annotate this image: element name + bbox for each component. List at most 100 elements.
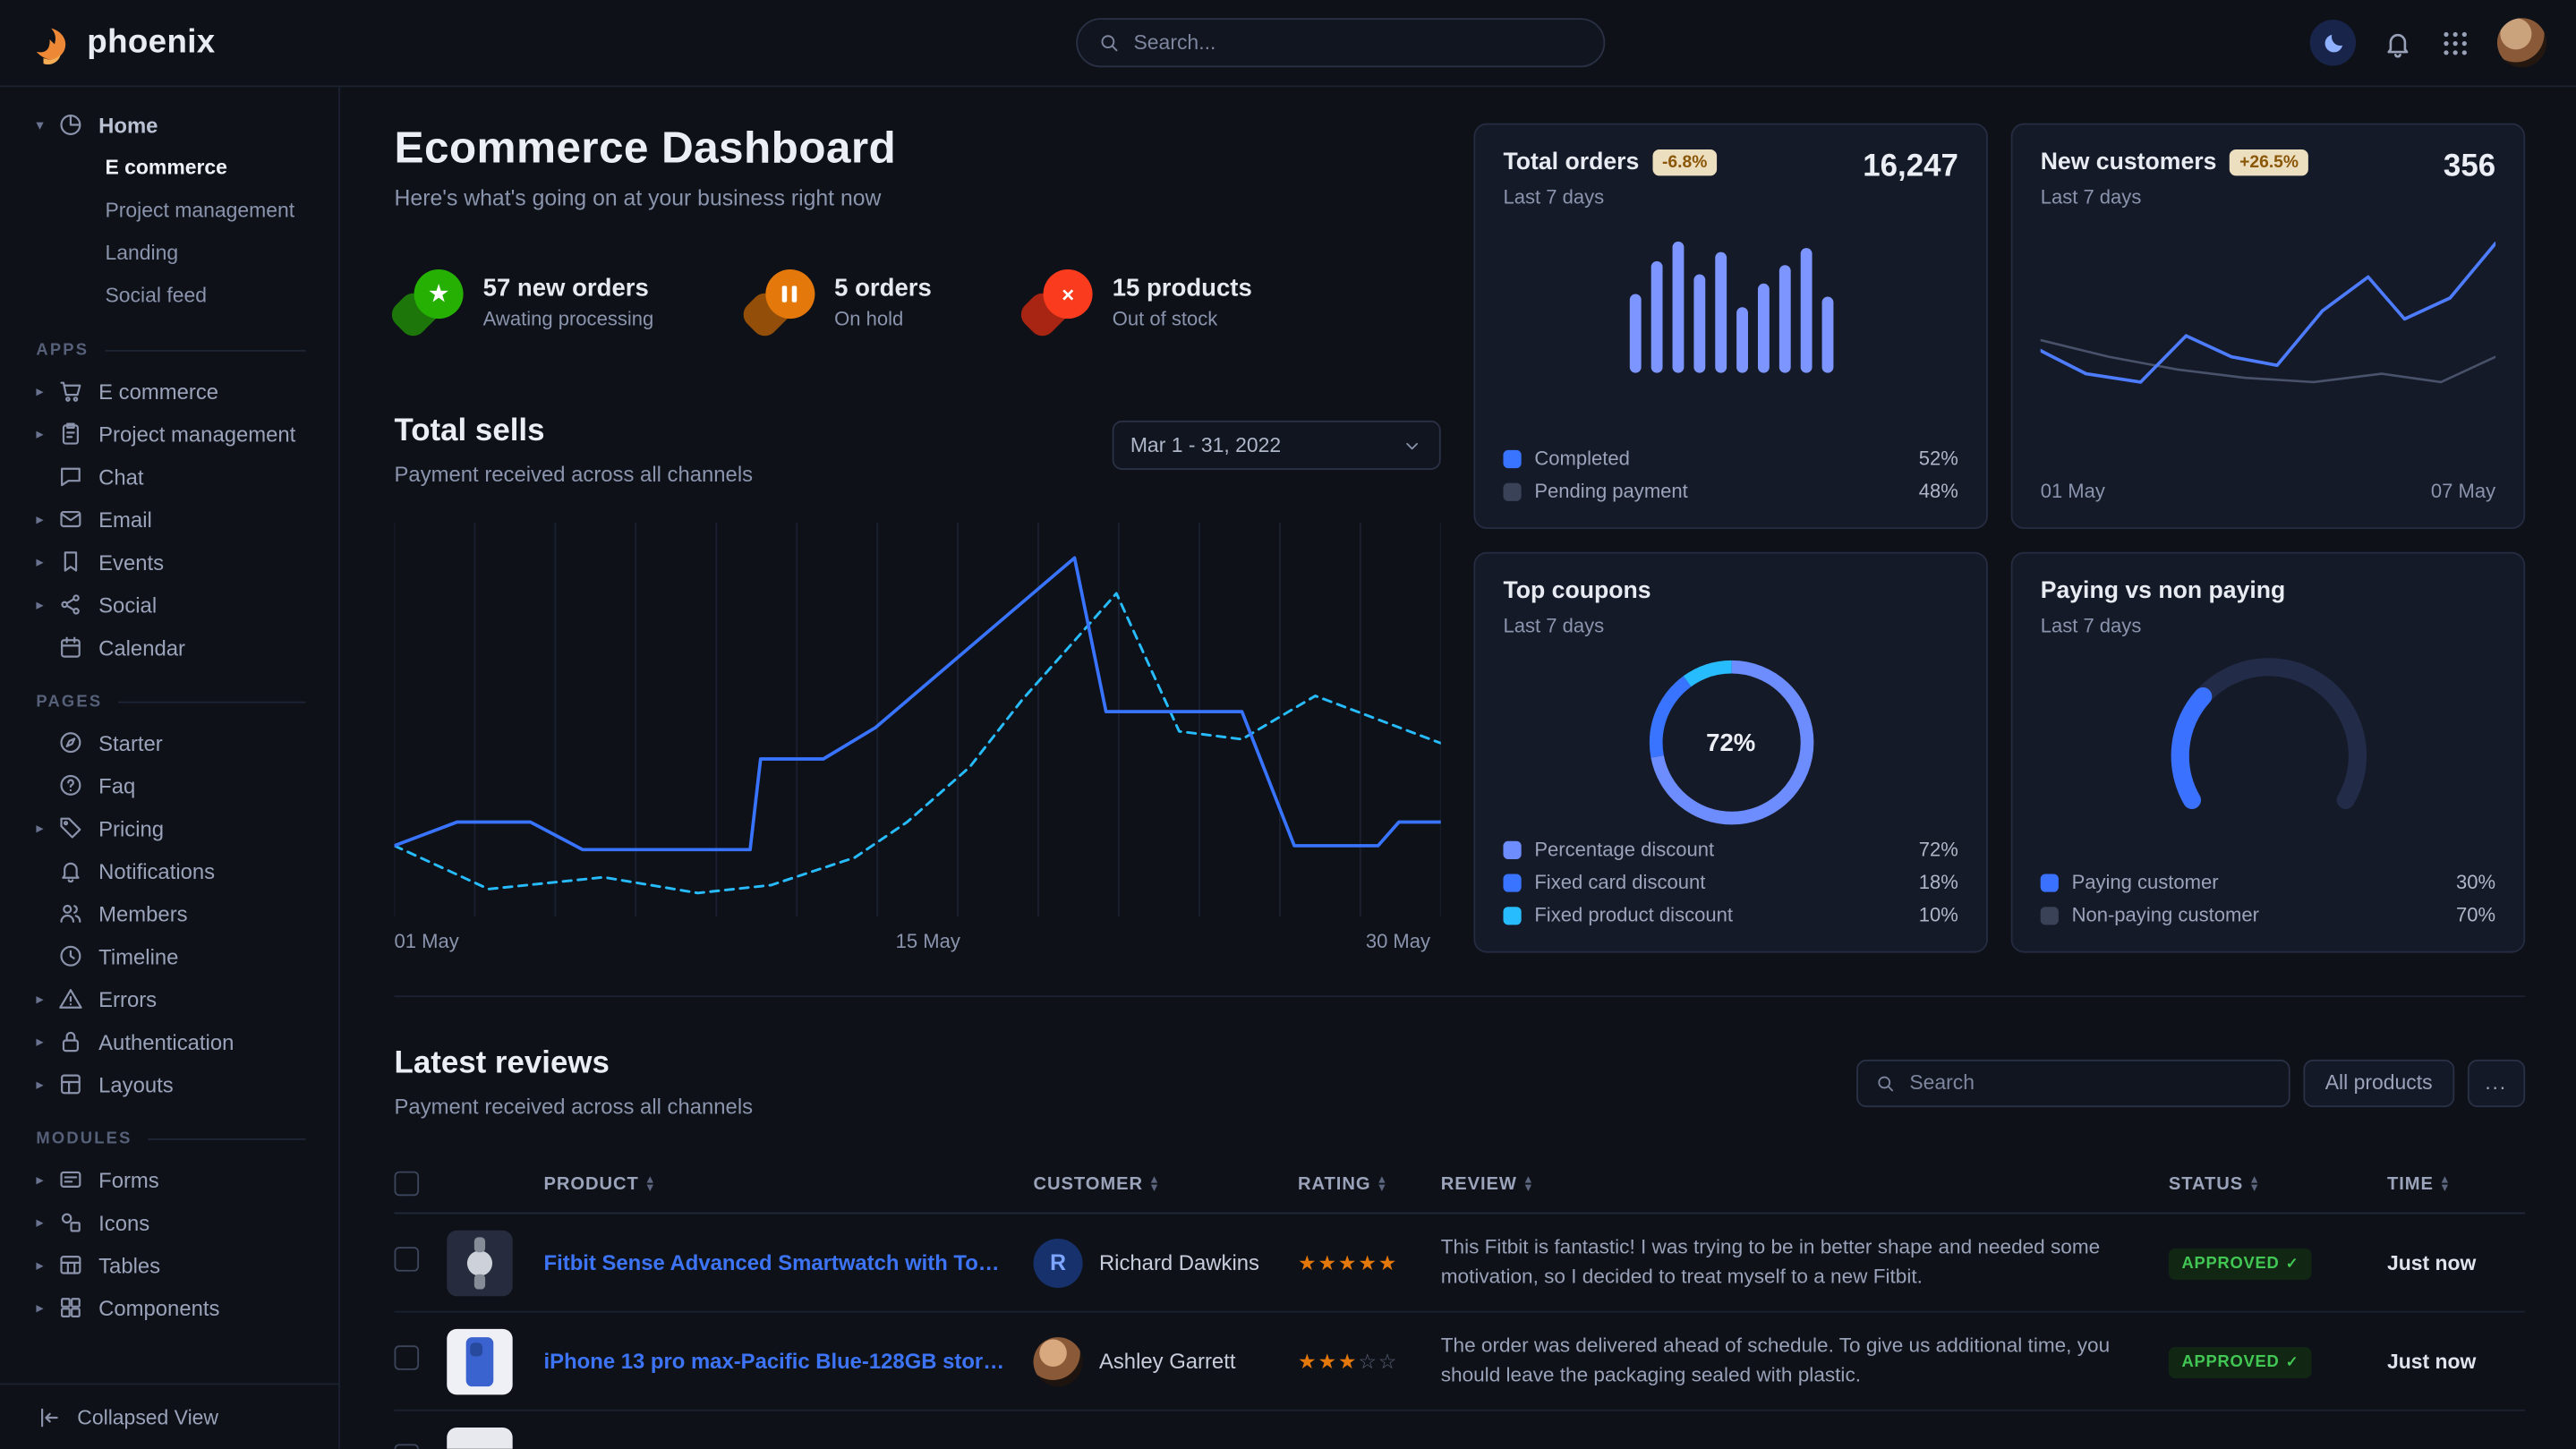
x-tick: 07 May bbox=[2431, 480, 2495, 503]
sort-icon[interactable]: ▴▾ bbox=[2442, 1175, 2448, 1191]
sidebar-item-timeline[interactable]: Timeline bbox=[0, 934, 338, 977]
review-text: This Fitbit is fantastic! I was trying t… bbox=[1441, 1233, 2169, 1291]
table-row[interactable]: Fitbit Sense Advanced Smartwatch with To… bbox=[395, 1214, 2526, 1312]
sort-icon[interactable]: ▴▾ bbox=[2251, 1175, 2257, 1191]
legend-item-paying-customer: Paying customer 30% bbox=[2041, 871, 2495, 894]
legend-item-fixed-product-discount: Fixed product discount 10% bbox=[1503, 904, 1958, 927]
notifications-button[interactable] bbox=[2382, 27, 2413, 58]
chat-icon bbox=[57, 464, 83, 490]
stat-value: 5 orders bbox=[834, 275, 932, 303]
product-link[interactable]: iPhone 13 pro max-Pacific Blue-128GB sto… bbox=[544, 1349, 1034, 1374]
collapse-icon bbox=[36, 1403, 62, 1429]
global-search[interactable] bbox=[1076, 18, 1605, 67]
sidebar-item-authentication[interactable]: ▸ Authentication bbox=[0, 1020, 338, 1063]
pie-icon bbox=[57, 112, 83, 138]
mail-icon bbox=[57, 506, 83, 532]
reviews-controls: All products ... bbox=[1857, 1059, 2526, 1106]
sidebar-item-faq[interactable]: Faq bbox=[0, 764, 338, 807]
total-orders-card: Total orders -6.8% Last 7 days 16,247 Co… bbox=[1473, 124, 1988, 529]
product-link[interactable]: Fitbit Sense Advanced Smartwatch with To… bbox=[544, 1250, 1034, 1275]
sidebar-item-e-commerce[interactable]: E commerce bbox=[0, 146, 338, 189]
check-icon: ✓ bbox=[2286, 1254, 2299, 1272]
sort-icon[interactable]: ▴▾ bbox=[647, 1175, 653, 1191]
customer-avatar[interactable] bbox=[1034, 1336, 1083, 1385]
stat-value: 15 products bbox=[1113, 275, 1252, 303]
legend-label: Non-paying customer bbox=[2072, 904, 2259, 927]
legend-value: 10% bbox=[1919, 904, 1958, 927]
main-content: Ecommerce Dashboard Here's what's going … bbox=[340, 87, 2576, 1449]
sidebar-item-errors[interactable]: ▸ Errors bbox=[0, 977, 338, 1020]
clipboard-icon bbox=[57, 421, 83, 447]
global-search-input[interactable] bbox=[1133, 31, 1583, 55]
customer-avatar[interactable]: R bbox=[1034, 1238, 1083, 1287]
app-window: phoenix ▾ HomeE commerceProject manageme… bbox=[0, 0, 2576, 1449]
legend-label: Fixed card discount bbox=[1534, 871, 1705, 894]
product-image[interactable] bbox=[447, 1328, 512, 1394]
status-badge: APPROVED ✓ bbox=[2169, 1248, 2312, 1279]
theme-toggle-button[interactable] bbox=[2310, 20, 2356, 65]
column-header-review[interactable]: REVIEW ▴▾ bbox=[1441, 1173, 2169, 1193]
sidebar-item-home[interactable]: ▾ Home bbox=[0, 104, 338, 147]
star-icon: ★ bbox=[1338, 1251, 1358, 1274]
rating-stars: ★★★★★ bbox=[1298, 1248, 1441, 1277]
user-avatar[interactable] bbox=[2497, 18, 2546, 67]
total-sells-title: Total sells bbox=[395, 414, 754, 450]
sidebar-item-icons[interactable]: ▸ Icons bbox=[0, 1201, 338, 1244]
column-header-rating[interactable]: RATING ▴▾ bbox=[1298, 1173, 1441, 1193]
stat-value: 57 new orders bbox=[483, 275, 654, 303]
sidebar-item-chat[interactable]: Chat bbox=[0, 455, 338, 498]
all-products-button[interactable]: All products bbox=[2304, 1059, 2454, 1106]
row-checkbox[interactable] bbox=[395, 1246, 420, 1271]
sidebar-item-starter[interactable]: Starter bbox=[0, 721, 338, 764]
sidebar-item-landing[interactable]: Landing bbox=[0, 232, 338, 275]
product-image[interactable] bbox=[447, 1427, 512, 1449]
sidebar-item-forms[interactable]: ▸ Forms bbox=[0, 1158, 338, 1201]
star-icon: ★ bbox=[1378, 1251, 1398, 1274]
sidebar-item-social[interactable]: ▸ Social bbox=[0, 584, 338, 626]
sort-icon[interactable]: ▴▾ bbox=[1151, 1175, 1157, 1191]
sidebar-item-components[interactable]: ▸ Components bbox=[0, 1286, 338, 1329]
row-checkbox[interactable] bbox=[395, 1443, 420, 1448]
brand[interactable]: phoenix bbox=[30, 21, 216, 65]
sort-icon[interactable]: ▴▾ bbox=[1379, 1175, 1386, 1191]
more-options-button[interactable]: ... bbox=[2467, 1059, 2525, 1106]
date-range-select[interactable]: Mar 1 - 31, 2022 bbox=[1113, 421, 1441, 470]
x-tick: 01 May bbox=[395, 930, 459, 953]
change-badge: +26.5% bbox=[2230, 149, 2308, 175]
sidebar-item-social-feed[interactable]: Social feed bbox=[0, 275, 338, 318]
sidebar-item-members[interactable]: Members bbox=[0, 892, 338, 935]
reviews-search-input[interactable] bbox=[1909, 1071, 2273, 1095]
puzzle-icon bbox=[57, 1294, 83, 1320]
x-tick: 15 May bbox=[896, 930, 960, 953]
sidebar-item-tables[interactable]: ▸ Tables bbox=[0, 1243, 338, 1286]
column-header-product[interactable]: PRODUCT ▴▾ bbox=[544, 1173, 1034, 1193]
column-header-time[interactable]: TIME ▴▾ bbox=[2387, 1173, 2525, 1193]
sidebar-item-pricing[interactable]: ▸ Pricing bbox=[0, 806, 338, 849]
layout-icon bbox=[57, 1071, 83, 1097]
table-row[interactable] bbox=[395, 1411, 2526, 1449]
sidebar-item-e-commerce[interactable]: ▸ E commerce bbox=[0, 370, 338, 413]
table-row[interactable]: iPhone 13 pro max-Pacific Blue-128GB sto… bbox=[395, 1313, 2526, 1411]
sidebar-item-calendar[interactable]: Calendar bbox=[0, 626, 338, 669]
select-all-checkbox[interactable] bbox=[395, 1172, 420, 1197]
legend-value: 30% bbox=[2456, 871, 2495, 894]
card-title: New customers bbox=[2041, 149, 2217, 175]
nav-section-label-apps: APPS bbox=[36, 342, 305, 360]
column-header-customer[interactable]: CUSTOMER ▴▾ bbox=[1034, 1173, 1299, 1193]
reviews-search[interactable] bbox=[1857, 1059, 2291, 1106]
apps-grid-button[interactable] bbox=[2440, 27, 2471, 58]
collapsed-view-toggle[interactable]: Collapsed View bbox=[0, 1383, 338, 1448]
share-icon bbox=[57, 592, 83, 618]
sidebar-item-layouts[interactable]: ▸ Layouts bbox=[0, 1063, 338, 1106]
sidebar-item-events[interactable]: ▸ Events bbox=[0, 541, 338, 584]
row-checkbox[interactable] bbox=[395, 1344, 420, 1369]
sort-icon[interactable]: ▴▾ bbox=[1525, 1175, 1531, 1191]
latest-reviews-section: Latest reviews Payment received across a… bbox=[395, 997, 2526, 1449]
sidebar-item-project-management[interactable]: Project management bbox=[0, 189, 338, 232]
sidebar-item-project-management[interactable]: ▸ Project management bbox=[0, 413, 338, 456]
column-header-status[interactable]: STATUS ▴▾ bbox=[2169, 1173, 2387, 1193]
customers-line-chart bbox=[2041, 234, 2495, 445]
sidebar-item-notifications[interactable]: Notifications bbox=[0, 849, 338, 892]
product-image[interactable] bbox=[447, 1230, 512, 1295]
sidebar-item-email[interactable]: ▸ Email bbox=[0, 498, 338, 541]
